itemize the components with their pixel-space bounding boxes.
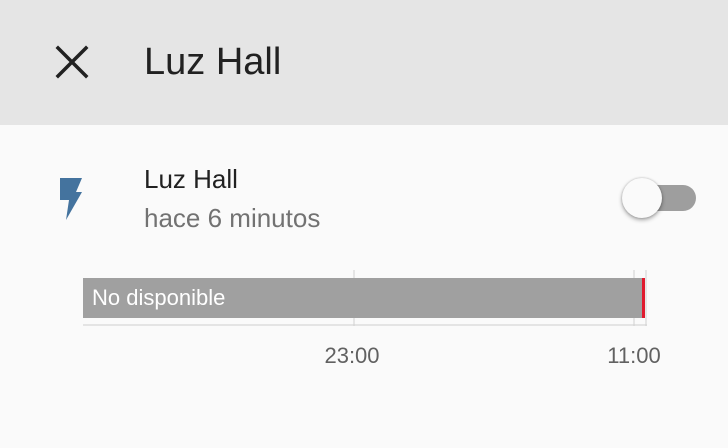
dialog-title: Luz Hall (144, 41, 282, 83)
tick-label-23: 23:00 (324, 343, 380, 368)
tick-label-11: 11:00 (607, 343, 661, 368)
state-bar-current[interactable] (642, 278, 645, 318)
history-timeline: No disponible 23:00 11:00 (0, 260, 728, 380)
flash-icon (56, 178, 86, 222)
entity-toggle[interactable] (620, 176, 698, 220)
more-info-dialog: Luz Hall Luz Hall hace 6 minutos No disp… (0, 0, 728, 448)
entity-name: Luz Hall (144, 164, 238, 194)
state-bar-label: No disponible (92, 285, 226, 310)
entity-last-changed: hace 6 minutos (144, 203, 321, 233)
close-icon (55, 45, 89, 79)
dialog-header: Luz Hall (0, 0, 728, 125)
toggle-thumb (622, 178, 662, 218)
close-button[interactable] (50, 40, 94, 84)
